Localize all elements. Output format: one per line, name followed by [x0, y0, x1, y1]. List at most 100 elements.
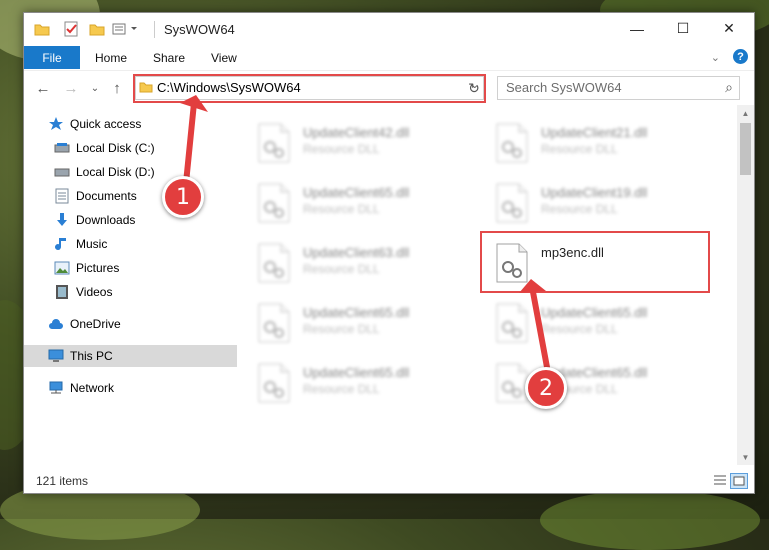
- pictures-icon: [54, 260, 70, 276]
- file-item[interactable]: UpdateClient63.dll Resource DLL: [257, 237, 457, 285]
- sidebar-item-local-disk-d[interactable]: Local Disk (D:) 📌: [24, 161, 248, 183]
- tab-share[interactable]: Share: [153, 46, 185, 69]
- file-name: UpdateClient65.dll: [303, 365, 410, 380]
- file-type: Resource DLL: [303, 382, 380, 396]
- explorer-window: SysWOW64 — ☐ ✕ File Home Share View ⌄ ? …: [23, 12, 755, 494]
- navigation-bar: ← → ⌄ ↑ C:\Windows\SysWOW64 ⌄ ↻ Search S…: [24, 70, 754, 105]
- tab-file[interactable]: File: [24, 46, 80, 69]
- sidebar-item-label: Downloads: [76, 213, 136, 227]
- cloud-icon: [48, 316, 64, 332]
- details-view-icon[interactable]: [712, 473, 728, 487]
- file-name: UpdateClient21.dll: [541, 125, 648, 140]
- file-type: Resource DLL: [303, 262, 380, 276]
- tab-home[interactable]: Home: [95, 46, 127, 69]
- sidebar-item-onedrive[interactable]: OneDrive: [24, 313, 241, 335]
- music-icon: [54, 236, 70, 252]
- drive-icon: [54, 164, 70, 180]
- sidebar-item-label: Music: [76, 237, 108, 251]
- forward-arrow-icon[interactable]: →: [62, 79, 80, 97]
- sidebar-item-pictures[interactable]: Pictures 📌: [24, 257, 248, 279]
- new-folder-icon[interactable]: [89, 21, 105, 37]
- large-icons-view-icon[interactable]: [730, 473, 748, 489]
- dll-file-icon: [495, 123, 529, 163]
- vertical-scrollbar[interactable]: ▲ ▼: [737, 105, 754, 465]
- search-input[interactable]: Search SysWOW64: [506, 80, 622, 95]
- file-name: UpdateClient63.dll: [303, 245, 410, 260]
- file-highlight-box: [480, 231, 710, 293]
- sidebar-item-label: Local Disk (C:): [76, 141, 155, 155]
- title-separator: [154, 21, 155, 38]
- recent-locations-icon[interactable]: ⌄: [86, 79, 104, 97]
- search-icon[interactable]: ⌕: [725, 79, 733, 96]
- minimize-button[interactable]: —: [614, 13, 660, 44]
- sidebar-item-label: Pictures: [76, 261, 120, 275]
- sidebar-item-label: Documents: [76, 189, 137, 203]
- file-name: UpdateClient65.dll: [303, 185, 410, 200]
- up-arrow-icon[interactable]: ↑: [108, 79, 126, 97]
- step-1-badge: 1: [162, 176, 204, 218]
- help-button[interactable]: ?: [733, 49, 748, 64]
- step-2-badge: 2: [525, 367, 567, 409]
- sidebar-item-label: OneDrive: [70, 317, 121, 331]
- file-item[interactable]: UpdateClient21.dll Resource DLL: [495, 117, 695, 165]
- dll-file-icon: [495, 363, 529, 403]
- drive-icon: [54, 140, 70, 156]
- file-name: UpdateClient65.dll: [541, 305, 648, 320]
- expand-ribbon-icon[interactable]: ⌄: [711, 51, 720, 64]
- sidebar-item-documents[interactable]: Documents 📌: [24, 185, 248, 207]
- file-name: UpdateClient19.dll: [541, 185, 648, 200]
- ribbon-tabs: File Home Share View ⌄ ?: [24, 46, 754, 69]
- file-type: Resource DLL: [541, 142, 618, 156]
- file-item[interactable]: UpdateClient19.dll Resource DLL: [495, 177, 695, 225]
- videos-icon: [54, 284, 70, 300]
- dll-file-icon: [257, 303, 291, 343]
- search-box[interactable]: Search SysWOW64 ⌕: [497, 76, 740, 100]
- dll-file-icon: [495, 303, 529, 343]
- dll-file-icon: [257, 363, 291, 403]
- file-item[interactable]: UpdateClient65.dll Resource DLL: [257, 357, 457, 405]
- file-type: Resource DLL: [541, 322, 618, 336]
- folder-icon[interactable]: [34, 21, 50, 37]
- address-highlight-box: [133, 74, 486, 103]
- sidebar-item-label: Network: [70, 381, 115, 395]
- sidebar-item-local-disk-c[interactable]: Local Disk (C:) 📌: [24, 137, 248, 159]
- documents-icon: [54, 188, 70, 204]
- scroll-thumb[interactable]: [740, 123, 751, 175]
- window-title: SysWOW64: [164, 22, 235, 37]
- file-type: Resource DLL: [303, 202, 380, 216]
- file-item[interactable]: UpdateClient65.dll Resource DLL: [495, 297, 695, 345]
- properties-icon[interactable]: [64, 21, 78, 37]
- maximize-button[interactable]: ☐: [660, 13, 706, 44]
- sidebar-item-label: This PC: [70, 349, 113, 363]
- back-arrow-icon[interactable]: ←: [34, 79, 52, 97]
- sidebar-item-videos[interactable]: Videos 📌: [24, 281, 248, 303]
- status-bar: 121 items: [24, 467, 754, 493]
- scroll-up-icon[interactable]: ▲: [737, 105, 754, 121]
- sidebar-item-label: Local Disk (D:): [76, 165, 155, 179]
- file-type: Resource DLL: [541, 202, 618, 216]
- sidebar-item-quick-access[interactable]: Quick access: [24, 113, 241, 135]
- download-icon: [54, 212, 70, 228]
- sidebar-item-music[interactable]: Music 📌: [24, 233, 248, 255]
- file-type: Resource DLL: [303, 142, 380, 156]
- file-item[interactable]: UpdateClient42.dll Resource DLL: [257, 117, 457, 165]
- item-count: 121 items: [36, 474, 89, 488]
- file-item[interactable]: UpdateClient65.dll Resource DLL: [257, 297, 457, 345]
- sidebar-item-label: Videos: [76, 285, 113, 299]
- title-bar: SysWOW64 — ☐ ✕: [24, 13, 754, 46]
- network-icon: [48, 380, 64, 396]
- tab-view[interactable]: View: [211, 46, 237, 69]
- customize-quick-access-icon[interactable]: [112, 21, 140, 37]
- file-name: UpdateClient65.dll: [303, 305, 410, 320]
- sidebar-item-downloads[interactable]: Downloads 📌: [24, 209, 248, 231]
- sidebar-item-network[interactable]: Network: [24, 377, 241, 399]
- dll-file-icon: [257, 123, 291, 163]
- scroll-down-icon[interactable]: ▼: [737, 449, 754, 465]
- sidebar-item-label: Quick access: [70, 117, 142, 131]
- navigation-pane: Quick access Local Disk (C:) 📌 Local Dis…: [24, 105, 248, 465]
- star-icon: [48, 116, 64, 132]
- computer-icon: [48, 348, 64, 364]
- sidebar-item-this-pc[interactable]: This PC: [24, 345, 241, 367]
- file-item[interactable]: UpdateClient65.dll Resource DLL: [257, 177, 457, 225]
- close-button[interactable]: ✕: [706, 13, 752, 44]
